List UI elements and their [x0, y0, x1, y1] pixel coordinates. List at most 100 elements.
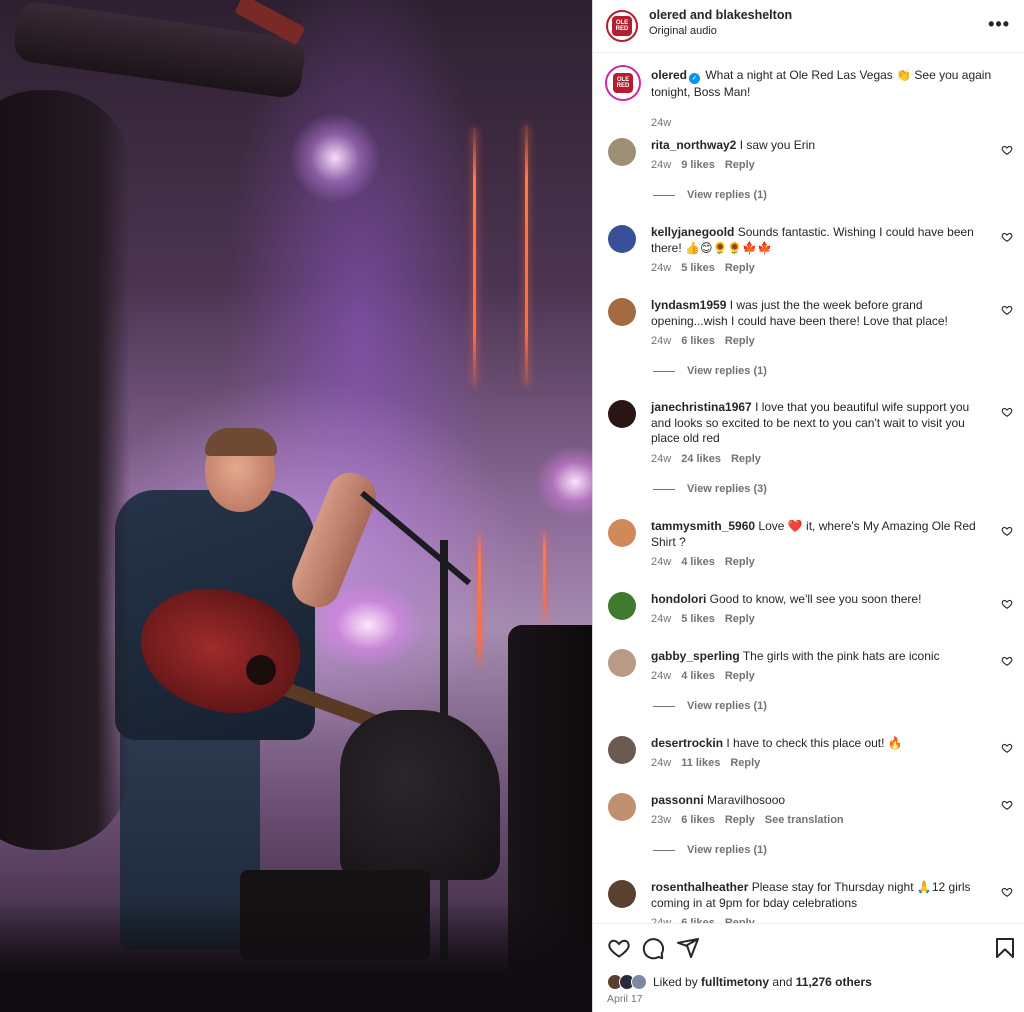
comment-body: passonni Maravilhosooo — [651, 793, 986, 809]
comment-username[interactable]: desertrockin — [651, 736, 723, 750]
commenter-avatar[interactable] — [608, 400, 636, 428]
audio-link[interactable]: Original audio — [649, 25, 717, 37]
comments-list[interactable]: OLE RED olered ✓ What a night at Ole Red … — [593, 53, 1024, 923]
heart-icon[interactable] — [607, 936, 631, 960]
comment-text: I saw you Erin — [739, 138, 816, 152]
view-replies-button[interactable]: View replies (1) — [653, 365, 767, 377]
comment-meta: 24w 4 likes Reply — [651, 670, 765, 682]
see-translation-button[interactable]: See translation — [765, 814, 844, 826]
comment-like-heart-icon[interactable] — [1001, 144, 1013, 156]
stage-light-beam — [478, 535, 481, 665]
share-icon[interactable] — [676, 936, 700, 960]
comment-likes[interactable]: 11 likes — [681, 757, 720, 769]
reply-button[interactable]: Reply — [725, 814, 755, 826]
reply-button[interactable]: Reply — [725, 262, 755, 274]
replies-divider — [653, 370, 675, 372]
author-avatar[interactable]: OLE RED — [606, 10, 638, 42]
likes-others[interactable]: 11,276 others — [796, 975, 872, 989]
comment-like-heart-icon[interactable] — [1001, 799, 1013, 811]
view-replies-button[interactable]: View replies (1) — [653, 700, 767, 712]
comment-body: desertrockin I have to check this place … — [651, 736, 986, 752]
commenter-avatar[interactable] — [608, 880, 636, 908]
commenter-avatar[interactable] — [608, 592, 636, 620]
caption-username[interactable]: olered — [651, 68, 687, 82]
comment-text: I have to check this place out! 🔥 — [726, 736, 903, 750]
comment-body: janechristina1967 I love that you beauti… — [651, 400, 986, 447]
comment-like-heart-icon[interactable] — [1001, 886, 1013, 898]
view-replies-label: View replies (1) — [687, 365, 767, 377]
comment-body: rosenthalheather Please stay for Thursda… — [651, 880, 986, 911]
comment-body: kellyjanegoold Sounds fantastic. Wishing… — [651, 225, 986, 256]
post-photo[interactable] — [0, 0, 592, 1012]
comment-username[interactable]: rita_northway2 — [651, 138, 736, 152]
commenter-avatar[interactable] — [608, 225, 636, 253]
commenter-avatar[interactable] — [608, 138, 636, 166]
comment-likes[interactable]: 5 likes — [681, 613, 715, 625]
comment-time: 24w — [651, 335, 672, 347]
view-replies-button[interactable]: View replies (3) — [653, 483, 767, 495]
comment-username[interactable]: rosenthalheather — [651, 880, 748, 894]
liked-by-label: Liked by — [653, 975, 698, 989]
comment-icon[interactable] — [641, 936, 665, 960]
reply-button[interactable]: Reply — [725, 159, 755, 171]
reply-button[interactable]: Reply — [725, 670, 755, 682]
comment-like-heart-icon[interactable] — [1001, 525, 1013, 537]
commenter-avatar[interactable] — [608, 649, 636, 677]
view-replies-label: View replies (1) — [687, 700, 767, 712]
post-modal: OLE RED olered and blakeshelton Original… — [0, 0, 1024, 1012]
comment-username[interactable]: tammysmith_5960 — [651, 519, 755, 533]
caption-time[interactable]: 24w — [651, 117, 671, 129]
comment-likes[interactable]: 24 likes — [681, 453, 721, 465]
comment-username[interactable]: janechristina1967 — [651, 400, 752, 414]
view-replies-label: View replies (3) — [687, 483, 767, 495]
caption-avatar[interactable]: OLE RED — [605, 65, 641, 101]
view-replies-label: View replies (1) — [687, 189, 767, 201]
singer-hair — [205, 428, 277, 456]
comment-like-heart-icon[interactable] — [1001, 406, 1013, 418]
comment-like-heart-icon[interactable] — [1001, 598, 1013, 610]
comment-likes[interactable]: 5 likes — [681, 262, 715, 274]
stage-floor — [0, 902, 592, 1012]
liked-by-user[interactable]: fulltimetony — [701, 975, 769, 989]
comment-username[interactable]: kellyjanegoold — [651, 225, 734, 239]
comment-like-heart-icon[interactable] — [1001, 231, 1013, 243]
comment-like-heart-icon[interactable] — [1001, 742, 1013, 754]
likes-summary[interactable]: Liked by fulltimetony and 11,276 others — [607, 974, 872, 990]
bookmark-icon[interactable] — [993, 936, 1017, 960]
comment-likes[interactable]: 6 likes — [681, 335, 715, 347]
comment-time: 23w — [651, 814, 672, 826]
commenter-avatar[interactable] — [608, 736, 636, 764]
comment-like-heart-icon[interactable] — [1001, 655, 1013, 667]
comment-meta: 24w 6 likes Reply — [651, 335, 765, 347]
comment-likes[interactable]: 4 likes — [681, 670, 715, 682]
comment-time: 24w — [651, 262, 672, 274]
reply-button[interactable]: Reply — [730, 757, 760, 769]
post-date[interactable]: April 17 — [607, 993, 643, 1005]
commenter-avatar[interactable] — [608, 298, 636, 326]
reply-button[interactable]: Reply — [725, 556, 755, 568]
comment-body: gabby_sperling The girls with the pink h… — [651, 649, 986, 665]
commenter-avatar[interactable] — [608, 519, 636, 547]
reply-button[interactable]: Reply — [725, 335, 755, 347]
caption-text: What a night at Ole Red Las Vegas 👏 See … — [651, 68, 992, 99]
comment-username[interactable]: lyndasm1959 — [651, 298, 726, 312]
comment-username[interactable]: gabby_sperling — [651, 649, 740, 663]
commenter-avatar[interactable] — [608, 793, 636, 821]
reply-button[interactable]: Reply — [731, 453, 761, 465]
view-replies-button[interactable]: View replies (1) — [653, 189, 767, 201]
view-replies-button[interactable]: View replies (1) — [653, 844, 767, 856]
replies-divider — [653, 705, 675, 707]
comment-likes[interactable]: 6 likes — [681, 814, 715, 826]
post-authors[interactable]: olered and blakeshelton — [649, 8, 792, 22]
comment-username[interactable]: hondolori — [651, 592, 706, 606]
comment-body: hondolori Good to know, we'll see you so… — [651, 592, 986, 608]
post-header: OLE RED olered and blakeshelton Original… — [593, 0, 1024, 53]
comment-likes[interactable]: 4 likes — [681, 556, 715, 568]
comment-username[interactable]: passonni — [651, 793, 704, 807]
more-options-icon[interactable]: ••• — [988, 14, 1010, 35]
comment-body: tammysmith_5960 Love ❤️ it, where's My A… — [651, 519, 986, 550]
reply-button[interactable]: Reply — [725, 613, 755, 625]
comment-like-heart-icon[interactable] — [1001, 304, 1013, 316]
comment-likes[interactable]: 9 likes — [681, 159, 715, 171]
comment-meta: 23w 6 likes Reply See translation — [651, 814, 854, 826]
